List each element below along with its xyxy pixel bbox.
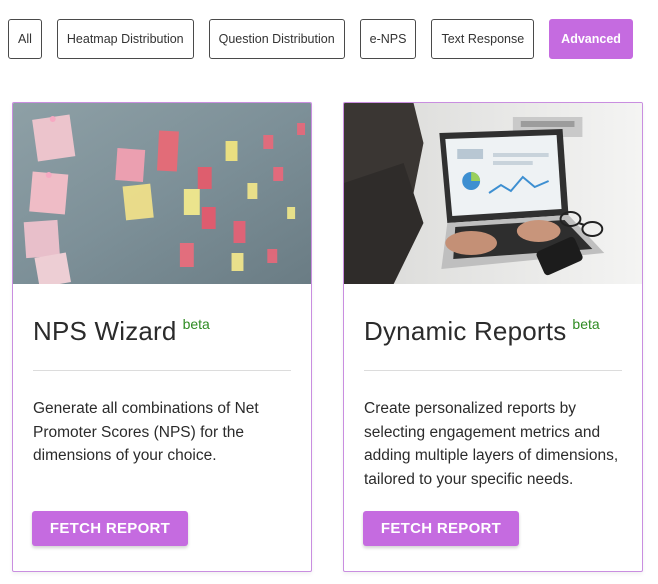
dynamic-reports-card: Dynamic Reports beta Create personalized… — [343, 102, 643, 572]
filter-tabs: All Heatmap Distribution Question Distri… — [8, 19, 633, 59]
reports-page: All Heatmap Distribution Question Distri… — [0, 0, 658, 584]
divider — [33, 370, 291, 371]
filter-text-response[interactable]: Text Response — [431, 19, 535, 59]
beta-badge: beta — [182, 316, 210, 332]
fetch-report-button[interactable]: FETCH REPORT — [32, 511, 188, 546]
card-description: Create personalized reports by selecting… — [364, 400, 619, 488]
laptop-dashboard-image — [344, 103, 642, 284]
card-description: Generate all combinations of Net Promote… — [33, 400, 259, 464]
filter-question-distribution[interactable]: Question Distribution — [208, 19, 345, 59]
filter-advanced[interactable]: Advanced — [549, 19, 633, 59]
sticky-notes-image — [13, 103, 311, 284]
beta-badge: beta — [572, 316, 600, 332]
fetch-report-button[interactable]: FETCH REPORT — [363, 511, 519, 546]
card-title: Dynamic Reports — [364, 316, 567, 346]
filter-all[interactable]: All — [8, 19, 42, 59]
nps-wizard-card: NPS Wizard beta Generate all combination… — [12, 102, 312, 572]
filter-heatmap-distribution[interactable]: Heatmap Distribution — [56, 19, 194, 59]
card-title-row: NPS Wizard beta — [33, 314, 291, 348]
divider — [364, 370, 622, 371]
filter-e-nps[interactable]: e-NPS — [359, 19, 417, 59]
card-title: NPS Wizard — [33, 316, 177, 346]
card-title-row: Dynamic Reports beta — [364, 314, 622, 348]
